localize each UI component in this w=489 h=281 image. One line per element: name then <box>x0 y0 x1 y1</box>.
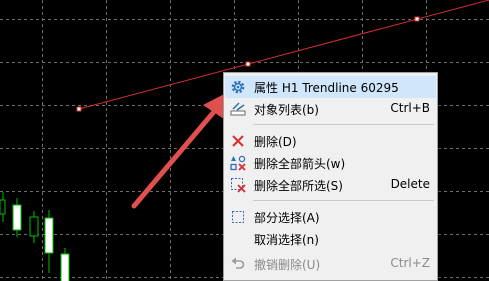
menu-item-label: 取消选择(n) <box>254 233 319 247</box>
trendline-point-3[interactable] <box>414 16 420 22</box>
menu-item-deselect[interactable]: 取消选择(n) <box>225 228 436 250</box>
trendline-point-2[interactable] <box>245 61 251 67</box>
context-menu: 属性 H1 Trendline 60295 对象列表(b) Ctrl+B 删除(… <box>223 72 438 281</box>
menu-item-label: 部分选择(A) <box>254 211 320 225</box>
delete-selected-icon <box>230 177 246 193</box>
menu-item-properties[interactable]: 属性 H1 Trendline 60295 <box>225 76 436 98</box>
menu-item-label: 删除(D) <box>254 135 297 149</box>
undo-icon <box>230 256 246 272</box>
menu-separator <box>253 200 434 201</box>
delete-icon <box>230 133 246 149</box>
menu-item-undo-delete[interactable]: 撤销删除(U) Ctrl+Z <box>225 253 436 275</box>
objects-list-icon <box>230 101 246 117</box>
partial-select-icon <box>230 209 246 225</box>
menu-item-label: 属性 H1 Trendline 60295 <box>254 81 399 95</box>
menu-item-objects-list[interactable]: 对象列表(b) Ctrl+B <box>225 98 436 120</box>
menu-item-delete-all-arrows[interactable]: 删除全部箭头(w) <box>225 152 436 174</box>
candle <box>44 210 54 273</box>
candle <box>12 198 22 237</box>
menu-item-shortcut: Ctrl+B <box>390 101 430 115</box>
menu-item-shortcut: Delete <box>390 177 430 191</box>
candlesticks <box>0 192 70 281</box>
trendline-point-1[interactable] <box>76 106 82 112</box>
delete-arrows-icon <box>230 155 246 171</box>
menu-item-delete-all-selected[interactable]: 删除全部所选(S) Delete <box>225 174 436 196</box>
candle <box>60 248 70 281</box>
menu-item-partial-select[interactable]: 部分选择(A) <box>225 206 436 228</box>
menu-separator <box>253 124 434 125</box>
menu-item-label: 删除全部箭头(w) <box>254 157 346 171</box>
candle <box>29 211 39 243</box>
menu-item-label: 撤销删除(U) <box>254 258 321 272</box>
gear-icon <box>230 79 246 95</box>
menu-item-shortcut: Ctrl+Z <box>390 256 430 270</box>
menu-item-delete[interactable]: 删除(D) <box>225 130 436 152</box>
menu-item-label: 对象列表(b) <box>254 103 319 117</box>
menu-item-label: 删除全部所选(S) <box>254 179 343 193</box>
candle <box>0 192 6 222</box>
